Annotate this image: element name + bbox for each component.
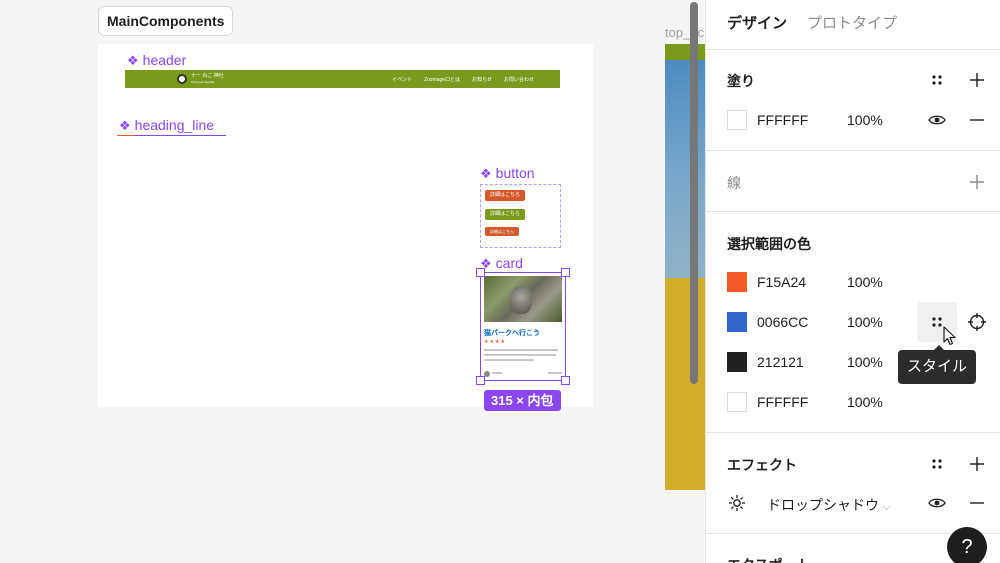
color-swatch[interactable] [727,272,747,292]
card-image [484,276,562,322]
frame-label[interactable]: MainComponents [98,6,234,36]
mouse-cursor-icon [943,326,957,351]
effect-row[interactable]: ドロップシャドウ ⌵ [706,493,1000,513]
card-component-preview[interactable]: 猫パークへ行こう ★★★★ [480,272,566,381]
sun-effect-icon[interactable] [725,491,749,515]
effect-type-dropdown[interactable]: ドロップシャドウ ⌵ [767,495,890,515]
divider [706,150,1000,151]
top-pc-frame-preview[interactable] [665,44,705,490]
select-matching-icon[interactable] [965,310,989,334]
header-nav-item: お問い合わせ [503,77,534,83]
color-hex[interactable]: FFFFFF [757,394,808,410]
card-date [548,372,562,374]
export-section-title: エクスポート [727,555,811,563]
fill-row[interactable]: FFFFFF 100% [706,110,1000,130]
header-nav-item: Zoomage口とは [423,77,461,83]
logo-icon [177,74,187,84]
button-preview-secondary[interactable]: 詳細はこちら [485,209,526,220]
color-swatch[interactable] [727,352,747,372]
selection-color-row[interactable]: F15A24 100% [706,272,1000,292]
color-opacity[interactable]: 100% [847,314,883,330]
color-swatch[interactable] [727,312,747,332]
button-variants-container[interactable]: 詳細はこちら 詳細はこちら 詳細はこちら [480,184,561,248]
selection-colors-title: 選択範囲の色 [727,236,811,252]
effects-section-title: エフェクト [727,457,797,473]
selection-color-row[interactable]: FFFFFF 100% [706,392,1000,412]
header-nav-item: お知らせ [472,77,492,83]
header-site-name: ナー ねこ 神社 Find your favorite [191,73,224,84]
cat-photo [510,286,532,314]
component-icon: ❖ [480,166,492,181]
component-label-heading-line[interactable]: ❖ heading_line [119,117,214,134]
card-author [492,372,502,374]
component-label-button[interactable]: ❖ button [480,165,535,182]
color-opacity[interactable]: 100% [847,394,883,410]
color-swatch[interactable] [727,392,747,412]
color-opacity[interactable]: 100% [847,354,883,370]
component-label-header[interactable]: ❖ header [127,52,186,69]
resize-handle-bottom-right[interactable] [561,376,570,385]
card-text-line [484,349,558,351]
design-panel: デザイン プロトタイプ 塗り FFFFFF 100% 線 選択範囲の色 F15A… [705,0,1000,563]
tab-design[interactable]: デザイン [727,12,787,33]
canvas-scrollbar[interactable] [690,2,698,384]
button-preview-primary[interactable]: 詳細はこちら [485,190,526,201]
card-text-line [484,359,534,361]
resize-handle-top-left[interactable] [476,268,485,277]
eye-icon[interactable] [925,491,949,515]
divider [706,49,1000,50]
fill-swatch[interactable] [727,110,747,130]
header-nav-item: イベント [391,77,412,83]
styles-grid-icon[interactable] [925,68,949,92]
divider [706,432,1000,433]
add-fill-icon[interactable] [965,68,989,92]
color-opacity[interactable]: 100% [847,274,883,290]
canvas[interactable]: MainComponents ❖ header ナー ねこ 神社 Find you… [0,0,705,563]
fill-hex[interactable]: FFFFFF [757,112,808,128]
card-title: 猫パークへ行こう [484,330,540,337]
card-stars: ★★★★ [484,339,506,345]
style-tooltip: スタイル [898,345,977,384]
resize-handle-bottom-left[interactable] [476,376,485,385]
add-stroke-icon[interactable] [965,170,989,194]
component-icon: ❖ [119,118,131,133]
selection-size-badge: 315 × 内包 [484,390,561,411]
heading-line-accent [117,135,135,136]
resize-handle-top-right[interactable] [561,268,570,277]
button-preview-small[interactable]: 詳細はこちら [485,227,519,236]
tab-prototype[interactable]: プロトタイプ [807,12,897,33]
remove-fill-icon[interactable] [965,108,989,132]
add-effect-icon[interactable] [965,452,989,476]
color-hex[interactable]: 0066CC [757,314,808,330]
eye-icon[interactable] [925,108,949,132]
header-nav: イベント Zoomage口とは お知らせ お問い合わせ [392,76,534,83]
component-icon: ❖ [127,53,139,68]
color-hex[interactable]: 212121 [757,354,804,370]
remove-effect-icon[interactable] [965,491,989,515]
divider [706,211,1000,212]
effect-styles-icon[interactable] [925,452,949,476]
frame-label-top-pc[interactable]: top_pc [665,25,704,40]
help-button[interactable]: ? [947,527,987,563]
stroke-section-title: 線 [727,175,741,191]
color-hex[interactable]: F15A24 [757,274,806,290]
fill-opacity[interactable]: 100% [847,112,883,128]
component-label-card[interactable]: ❖ card [480,255,523,272]
header-component-preview[interactable]: ナー ねこ 神社 Find your favorite イベント Zoomage… [125,70,560,88]
card-text-line [484,354,556,356]
chevron-down-icon: ⌵ [882,502,891,513]
fill-section-title: 塗り [727,73,755,89]
panel-tabs: デザイン プロトタイプ [727,12,897,33]
